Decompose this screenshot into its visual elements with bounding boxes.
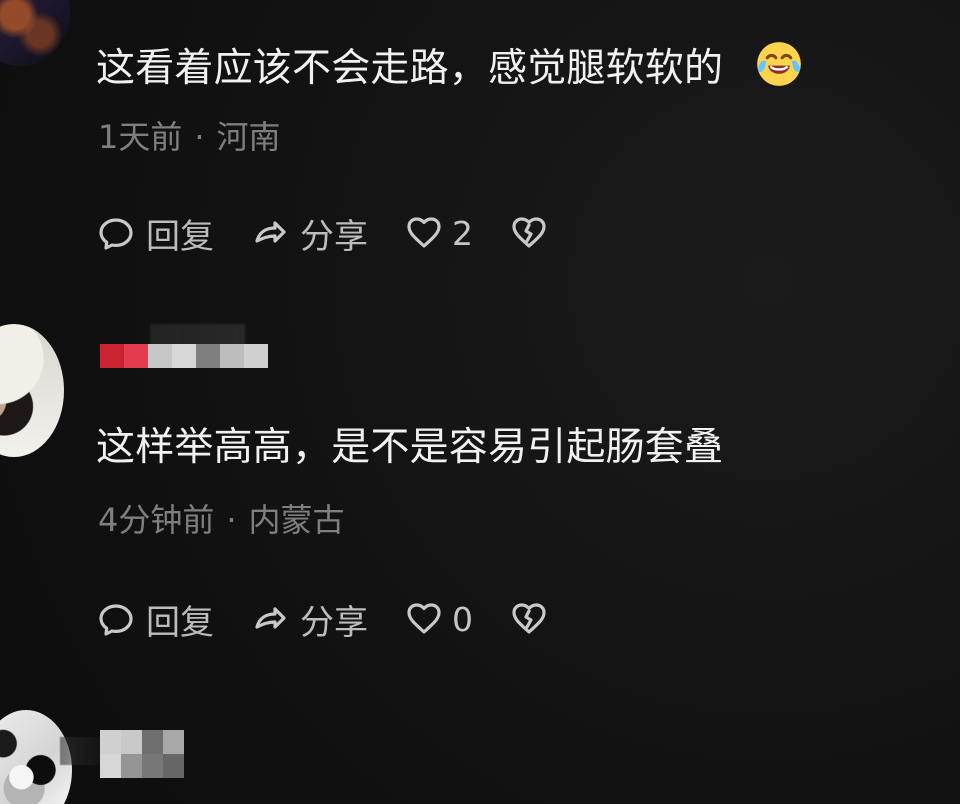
comment-location: 内蒙古 xyxy=(248,501,345,539)
mosaic-cell xyxy=(172,344,196,368)
share-label: 分享 xyxy=(300,602,368,643)
dislike-button[interactable] xyxy=(509,599,559,639)
share-label: 分享 xyxy=(300,216,368,257)
user-avatar[interactable] xyxy=(0,0,70,66)
broken-heart-icon xyxy=(509,599,549,639)
separator-dot: · xyxy=(194,118,205,156)
like-button[interactable]: 2 xyxy=(404,213,473,253)
like-count: 0 xyxy=(452,599,473,639)
mosaic-cell xyxy=(142,730,163,754)
username-redaction xyxy=(100,344,268,368)
comment-time: 4分钟前 xyxy=(98,501,215,539)
heart-icon xyxy=(404,213,444,253)
comments-screen: 这看着应该不会走路，感觉腿软软的 1天前 · 河南 回复 分享 2 这样举高高，… xyxy=(0,0,960,804)
like-count: 2 xyxy=(452,213,473,253)
mosaic-cell xyxy=(100,730,121,754)
share-arrow-icon xyxy=(250,213,290,253)
comment-text-content: 这样举高高，是不是容易引起肠套叠 xyxy=(96,425,724,470)
comment-text: 这样举高高，是不是容易引起肠套叠 xyxy=(96,425,724,470)
mosaic-cell xyxy=(163,754,184,778)
reply-label: 回复 xyxy=(146,216,214,257)
laughing-crying-icon xyxy=(754,39,804,89)
comment-meta: 1天前 · 河南 xyxy=(98,112,281,158)
share-button[interactable]: 分享 xyxy=(250,209,368,258)
comment-time: 1天前 xyxy=(98,118,183,156)
comment-text: 这看着应该不会走路，感觉腿软软的 xyxy=(96,39,804,91)
comment-location: 河南 xyxy=(216,118,281,156)
mosaic-cell xyxy=(163,730,184,754)
mosaic-cell xyxy=(142,754,163,778)
comment-bubble-icon xyxy=(96,599,136,639)
mosaic-cell xyxy=(196,344,220,368)
reply-button[interactable]: 回复 xyxy=(96,595,214,644)
broken-heart-icon xyxy=(509,213,549,253)
comment-actions: 回复 分享 2 xyxy=(96,208,559,258)
mosaic-cell xyxy=(100,344,124,368)
reply-button[interactable]: 回复 xyxy=(96,209,214,258)
share-button[interactable]: 分享 xyxy=(250,595,368,644)
separator-dot: · xyxy=(226,501,237,539)
mosaic-cell xyxy=(148,344,172,368)
mosaic-cell xyxy=(220,344,244,368)
comment-meta: 4分钟前 · 内蒙古 xyxy=(98,495,345,541)
reply-label: 回复 xyxy=(146,602,214,643)
mosaic-cell xyxy=(124,344,148,368)
comment-text-content: 这看着应该不会走路，感觉腿软软的 xyxy=(96,46,724,91)
username-redaction xyxy=(100,730,184,778)
mosaic-cell xyxy=(244,344,268,368)
heart-icon xyxy=(404,599,444,639)
like-button[interactable]: 0 xyxy=(404,599,473,639)
comment-bubble-icon xyxy=(96,213,136,253)
dislike-button[interactable] xyxy=(509,213,559,253)
mosaic-cell xyxy=(121,754,142,778)
mosaic-cell xyxy=(100,754,121,778)
share-arrow-icon xyxy=(250,599,290,639)
mosaic-cell xyxy=(121,730,142,754)
user-avatar[interactable] xyxy=(0,324,64,457)
comment-actions: 回复 分享 0 xyxy=(96,594,559,644)
